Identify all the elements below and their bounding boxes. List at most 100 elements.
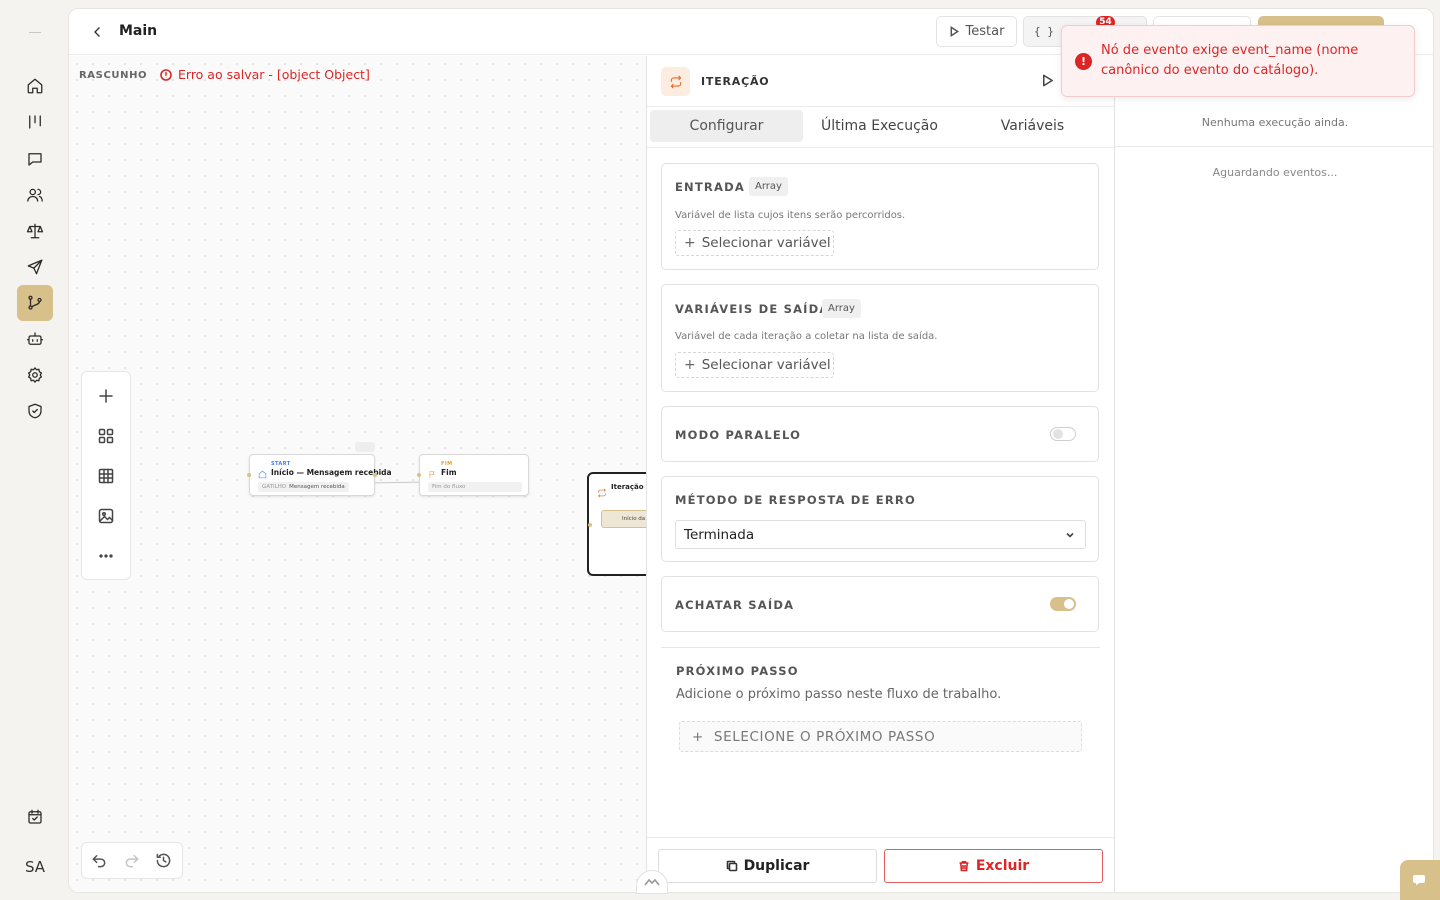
flatten-output-toggle[interactable] [1050, 597, 1076, 611]
history-icon [156, 853, 171, 868]
nav-chat[interactable] [17, 141, 53, 177]
send-icon [27, 259, 43, 275]
nav-home[interactable] [17, 68, 53, 104]
nav-rules[interactable] [17, 213, 53, 249]
undo-button[interactable] [91, 852, 109, 870]
run-node-button[interactable] [1040, 73, 1056, 89]
tab-variaveis[interactable]: Variáveis [956, 110, 1109, 142]
repeat-icon [670, 75, 681, 88]
add-node-button[interactable] [97, 387, 115, 405]
parallel-mode-label: MODO PARALELO [675, 428, 802, 442]
node-start[interactable]: START Início — Mensagem recebida GATILHO… [249, 454, 392, 496]
nav-campaigns[interactable] [17, 249, 53, 285]
node-kind: FIM [441, 461, 453, 467]
support-chat-button[interactable] [1400, 860, 1440, 900]
scale-icon [26, 223, 44, 239]
chevron-up-icon [644, 878, 660, 886]
canvas-toolbox [81, 371, 131, 580]
plus-icon [99, 389, 113, 403]
page-title: Main [119, 23, 158, 39]
duplicate-label: Duplicar [743, 858, 810, 874]
nav-contacts[interactable] [17, 177, 53, 213]
gear-icon [27, 367, 43, 383]
error-icon: ! [1075, 53, 1092, 70]
panel-tabs: Configurar Última Execução Variáveis [650, 110, 1110, 142]
alert-circle-icon [160, 68, 172, 81]
select-variable-label: Selecionar variável [701, 235, 831, 251]
tab-ultima-execucao[interactable]: Última Execução [803, 110, 956, 142]
nav-settings[interactable] [17, 357, 53, 393]
error-method-value: Terminada [684, 527, 755, 543]
divider [647, 147, 1114, 148]
divider [1115, 146, 1433, 147]
more-horizontal-icon [99, 554, 113, 558]
table-button[interactable] [97, 467, 115, 485]
input-select-variable[interactable]: + Selecionar variável [675, 230, 834, 256]
port-in[interactable] [588, 523, 592, 527]
nav-kanban[interactable] [17, 104, 53, 140]
redo-button[interactable] [123, 852, 141, 870]
calendar-check-icon [28, 809, 42, 824]
image-button[interactable] [97, 507, 115, 525]
avatar[interactable]: SA [17, 849, 53, 885]
output-select-variable[interactable]: + Selecionar variável [675, 352, 834, 378]
bot-icon [26, 332, 44, 345]
error-toast[interactable]: ! Nó de evento exige event_name (nome ca… [1061, 25, 1415, 97]
home-icon [27, 78, 43, 94]
node-end-desc: Fim do fluxo [428, 482, 522, 492]
node-iteration[interactable]: Iteração Início da iteração [587, 472, 647, 576]
delete-button[interactable]: Excluir [884, 849, 1103, 883]
error-method-section: MÉTODO DE RESPOSTA DE ERRO Terminada [661, 476, 1099, 562]
more-button[interactable] [97, 547, 115, 565]
flatten-output-label: ACHATAR SAÍDA [675, 598, 795, 612]
output-section: VARIÁVEIS DE SAÍDA Array Variável de cad… [661, 284, 1099, 392]
test-button[interactable]: Testar [936, 16, 1017, 47]
chevron-down-icon [1066, 532, 1074, 538]
port-out[interactable] [373, 473, 377, 477]
undo-icon [92, 855, 106, 868]
workflow-editor: Main Testar { } 54 RASCUNHO Erro ao salv… [68, 8, 1434, 893]
draft-status: RASCUNHO [79, 70, 148, 81]
users-icon [27, 188, 43, 202]
waiting-events-text: Aguardando eventos... [1212, 166, 1338, 179]
input-description: Variável de lista cujos itens serão perc… [675, 210, 906, 221]
chevron-left-icon [94, 27, 100, 37]
edge-start-end[interactable] [374, 481, 422, 484]
flatten-output-section: ACHATAR SAÍDA [661, 576, 1099, 632]
select-next-step-label: SELECIONE O PRÓXIMO PASSO [713, 728, 936, 745]
divider [661, 647, 1100, 648]
iteration-start-block[interactable]: Início da iteração [601, 510, 647, 528]
chat-bubble-icon [1413, 875, 1425, 886]
panel-resize-handle[interactable] [636, 870, 668, 894]
port-in[interactable] [417, 473, 421, 477]
play-icon [1043, 74, 1053, 87]
trigger-value: Mensagem recebida [289, 484, 345, 490]
chat-icon [28, 153, 42, 166]
nav-workflows[interactable] [17, 285, 53, 321]
error-method-select[interactable]: Terminada [675, 520, 1086, 549]
blocks-button[interactable] [97, 427, 115, 445]
workflow-canvas[interactable]: RASCUNHO Erro ao salvar - [object Object… [69, 56, 647, 892]
plus-icon: + [692, 728, 704, 745]
version-history-button[interactable] [155, 852, 173, 870]
home-node-icon [258, 464, 267, 479]
duplicate-button[interactable]: Duplicar [658, 849, 877, 883]
nav-bots[interactable] [17, 321, 53, 357]
node-end[interactable]: FIM Fim Fim do fluxo [419, 454, 529, 496]
nav-calendar[interactable] [17, 799, 53, 835]
input-type-badge: Array [749, 177, 788, 196]
kanban-icon [29, 115, 41, 129]
port-in[interactable] [247, 473, 251, 477]
node-run-chip[interactable] [355, 442, 375, 452]
tab-configurar[interactable]: Configurar [650, 110, 803, 142]
plus-icon: + [684, 235, 696, 251]
output-type-badge: Array [822, 299, 861, 318]
shield-check-icon [28, 403, 42, 419]
parallel-mode-toggle[interactable] [1050, 427, 1076, 441]
iteration-node-icon [661, 67, 690, 96]
back-button[interactable] [89, 23, 107, 41]
nav-security[interactable] [17, 393, 53, 429]
node-trigger: GATILHO Mensagem recebida [258, 482, 349, 492]
select-next-step-button[interactable]: + SELECIONE O PRÓXIMO PASSO [679, 721, 1082, 752]
logo [29, 32, 41, 33]
